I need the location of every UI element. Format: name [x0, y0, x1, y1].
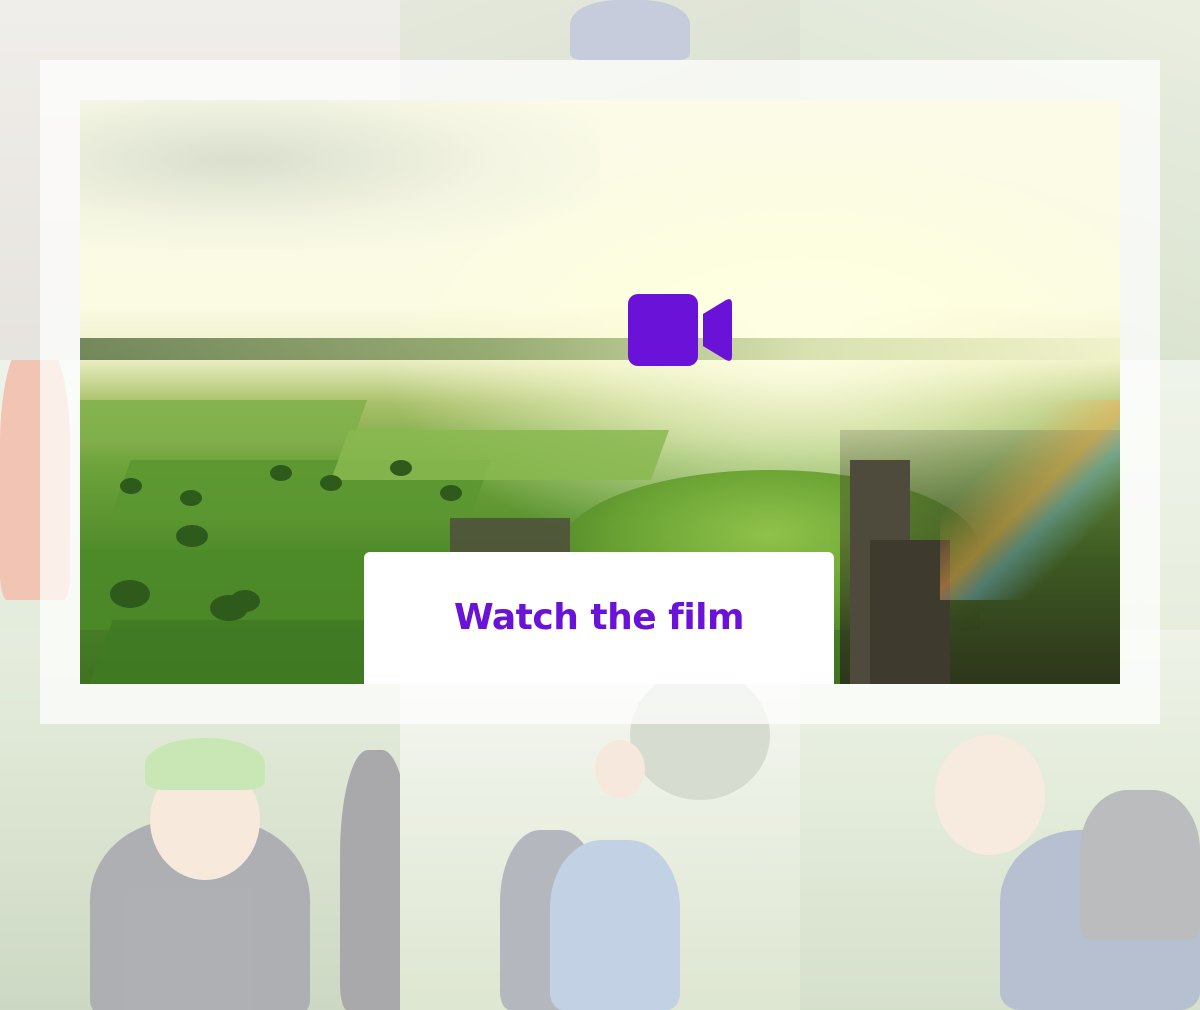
watch-film-button[interactable]: Watch the film: [364, 552, 834, 684]
poster-tree: [110, 580, 150, 608]
poster-horizon: [80, 338, 1120, 360]
poster-tree: [390, 460, 412, 476]
poster-tree: [320, 475, 342, 491]
video-camera-icon[interactable]: [628, 294, 732, 366]
poster-sky: [80, 100, 600, 250]
watch-film-label: Watch the film: [453, 596, 745, 638]
poster-tree: [120, 478, 142, 494]
poster-castle-tower: [870, 540, 950, 684]
poster-tree: [270, 465, 292, 481]
poster-sun-flare: [940, 400, 1120, 600]
poster-tree: [180, 490, 202, 506]
poster-tree: [440, 485, 462, 501]
poster-field: [330, 430, 670, 480]
poster-field: [80, 400, 368, 440]
poster-tree: [176, 525, 208, 547]
poster-tree: [210, 595, 248, 621]
page: Watch the film: [0, 0, 1200, 1010]
